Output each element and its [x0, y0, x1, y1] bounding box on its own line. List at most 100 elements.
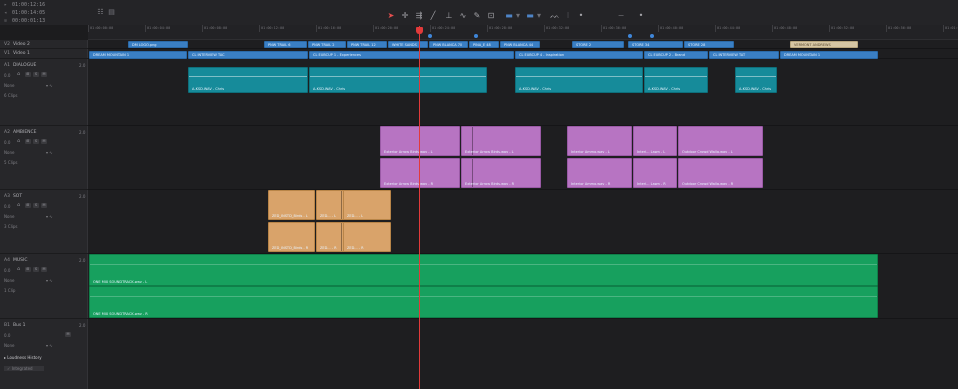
snap-tool-icon[interactable]: ⊡ [485, 10, 497, 22]
clip-v2[interactable]: PINA_E 48 [469, 41, 499, 48]
mute-button[interactable]: M [41, 203, 47, 208]
volume-value[interactable]: 0.0 [4, 73, 10, 78]
effect-select[interactable]: None [4, 278, 14, 283]
solo-button[interactable]: S [33, 72, 39, 77]
auto-track-icon[interactable]: ⊞ [25, 72, 31, 77]
clip-a2-left[interactable]: Exterior Arrow Birds.wav - L [461, 126, 541, 156]
auto-track-icon[interactable]: ⊞ [25, 267, 31, 272]
loudness-history-toggle[interactable]: ▸ Loudness History [4, 355, 42, 360]
loudness-integrated[interactable]: ✓ Integrated [4, 366, 44, 371]
track-header-a4[interactable]: A4 MUSIC 2.0 0.0 ⌂ ⊞ S M None ▾ ∿ 1 Clip [0, 254, 88, 319]
solo-button[interactable]: S [33, 203, 39, 208]
clip-v2[interactable]: STORE 2 [572, 41, 624, 48]
track-header-b1[interactable]: B1 Bus 1 2.0 0.0 M None ▾ ∿ ▸ Loudness Hi… [0, 319, 88, 389]
timeline-view-icon[interactable]: ▤ [107, 8, 116, 17]
lock-icon[interactable]: ⌂ [17, 139, 22, 144]
clip-a2-right[interactable]: Interi... Lawn - R [633, 158, 677, 188]
clip-a2-left[interactable]: Outdoor Crowd Walla.wav - L [678, 126, 763, 156]
dropdown-icon[interactable]: ▾ ∿ [46, 83, 53, 88]
clip-a3-right[interactable]: ZED... - R [343, 222, 391, 252]
clip-a3-right[interactable]: ZED_INSTD_Birds - R [268, 222, 315, 252]
auto-track-icon[interactable]: ⊞ [25, 139, 31, 144]
clip-a2-left[interactable]: Exterior Arrow Birds.wav - L [380, 126, 460, 156]
volume-value[interactable]: 0.0 [4, 140, 10, 145]
auto-track-icon[interactable]: ⊞ [25, 203, 31, 208]
playhead[interactable] [419, 26, 420, 389]
clip-v2[interactable]: PNW BLANCA 70 [429, 41, 468, 48]
audio-waveform-icon[interactable]: ᨓ [549, 10, 561, 22]
clip-a3-left[interactable]: ZED... - L [343, 190, 391, 220]
pen-tool-icon[interactable]: ✎ [471, 10, 483, 22]
track-height-icon[interactable]: ☷ [96, 8, 105, 17]
clip-a2-left[interactable]: Interi... Lawn - L [633, 126, 677, 156]
clip-a2-right[interactable]: Exterior Arrow Birds.wav - R [380, 158, 460, 188]
clip-v1[interactable]: CL EUBCUP 2 - Brand [644, 51, 708, 59]
volume-value[interactable]: 0.0 [4, 333, 10, 338]
effect-select[interactable]: None [4, 343, 14, 348]
lock-icon[interactable]: ⌂ [17, 203, 22, 208]
clip-v1[interactable]: CL INTERVIEW TAC [188, 51, 308, 59]
insert-tool-icon[interactable]: ⊥ [443, 10, 455, 22]
clip-v2-title[interactable]: VERMONT ANDREWS [790, 41, 858, 48]
volume-value[interactable]: 0.0 [4, 268, 10, 273]
mute-button[interactable]: M [41, 139, 47, 144]
timeline-marker[interactable] [650, 34, 654, 38]
clip-a3-left[interactable]: ZED_INSTD_Birds - L [268, 190, 315, 220]
dropdown-icon[interactable]: ▾ ∿ [46, 150, 53, 155]
track-header-a3[interactable]: A3 SOT 2.0 0.0 ⌂ ⊞ S M None ▾ ∿ 3 Clips [0, 190, 88, 254]
track-header-v2[interactable]: V2 Video 2 [0, 40, 88, 49]
zoom-out-icon[interactable]: − [615, 10, 627, 22]
clip-v2[interactable]: DM LOGO.png [128, 41, 188, 48]
clip-v2[interactable]: PNW BLANCA 44 [500, 41, 540, 48]
dynamic-trim-tool-icon[interactable]: ⇶ [413, 10, 425, 22]
zoom-in-icon[interactable]: • [635, 10, 647, 22]
volume-value[interactable]: 0.0 [4, 204, 10, 209]
link-tool-icon[interactable]: ∿ [457, 10, 469, 22]
effect-select[interactable]: None [4, 150, 14, 155]
clip-v1[interactable]: CL EUBCUP 1 - Experiences [309, 51, 514, 59]
lock-icon[interactable]: ⌂ [17, 72, 22, 77]
timeline-area[interactable]: DM LOGO.png PNW TRAIL 6 PNW TRAIL 2 PNW … [88, 40, 958, 389]
clip-v2[interactable]: PNW TRAIL 12 [347, 41, 387, 48]
clip-v1[interactable]: CL EUBCUP 4 - Inspiration [515, 51, 643, 59]
track-header-a1[interactable]: A1 DIALOGUE 2.0 0.0 ⌂ ⊞ S M None ▾ ∿ 6 Cl… [0, 59, 88, 126]
effect-select[interactable]: None [4, 83, 14, 88]
clip-v2[interactable]: PNW TRAIL 6 [264, 41, 307, 48]
clip-a2-right[interactable]: Interior Ammo.wav - R [567, 158, 632, 188]
mute-button[interactable]: M [41, 267, 47, 272]
flag-dropdown-icon[interactable]: ▾ [512, 10, 524, 22]
clip-v2[interactable]: STORE 28 [684, 41, 734, 48]
clip-v1[interactable]: CL INTERVIEW TAT [709, 51, 779, 59]
mute-button[interactable]: M [65, 332, 71, 337]
lock-icon[interactable]: ⌂ [17, 267, 22, 272]
timeline-marker[interactable] [628, 34, 632, 38]
solo-button[interactable]: S [33, 139, 39, 144]
timeline-ruler[interactable]: 01:00:00:00 01:00:04:00 01:00:08:00 01:00:1… [88, 25, 958, 40]
select-tool-icon[interactable]: ➤ [385, 10, 397, 22]
blade-tool-icon[interactable]: ╱ [427, 10, 439, 22]
timeline-marker[interactable] [474, 34, 478, 38]
playhead-handle[interactable] [416, 27, 423, 34]
record-icon[interactable]: • [575, 10, 587, 22]
marker-dropdown-icon[interactable]: ▾ [533, 10, 545, 22]
trim-tool-icon[interactable]: ✛ [399, 10, 411, 22]
clip-a2-right[interactable]: Outdoor Crowd Walla.wav - R [678, 158, 763, 188]
clip-v1[interactable]: DREAM MOUNTAIN 1 [780, 51, 878, 59]
track-header-a2[interactable]: A2 AMBIENCE 2.0 0.0 ⌂ ⊞ S M None ▾ ∿ 5 Cl… [0, 126, 88, 190]
clip-a1[interactable]: A-KSD.WAV - Chris [309, 67, 487, 93]
clip-a2-left[interactable]: Interior Ammo.wav - L [567, 126, 632, 156]
dropdown-icon[interactable]: ▾ ∿ [46, 278, 53, 283]
clip-v1[interactable]: DREAM MOUNTAIN 1 [89, 51, 187, 59]
clip-a4-right[interactable]: ONE MIX SOUNDTRACK.wav - R [89, 286, 878, 318]
dropdown-icon[interactable]: ▾ ∿ [46, 214, 53, 219]
clip-a1[interactable]: A-KSD.WAV - Chris [735, 67, 777, 93]
clip-v2[interactable]: WHITE SANDS [388, 41, 428, 48]
mute-button[interactable]: M [41, 72, 47, 77]
clip-a1[interactable]: A-KSD.WAV - Chris [515, 67, 643, 93]
clip-v2[interactable]: STORE 34 [628, 41, 683, 48]
audio-dropdown-icon[interactable]: ⁝ [562, 10, 574, 22]
timeline-marker[interactable] [428, 34, 432, 38]
clip-a2-right[interactable]: Exterior Arrow Birds.wav - R [461, 158, 541, 188]
effect-select[interactable]: None [4, 214, 14, 219]
clip-a1[interactable]: A-KSD.WAV - Chris [644, 67, 708, 93]
